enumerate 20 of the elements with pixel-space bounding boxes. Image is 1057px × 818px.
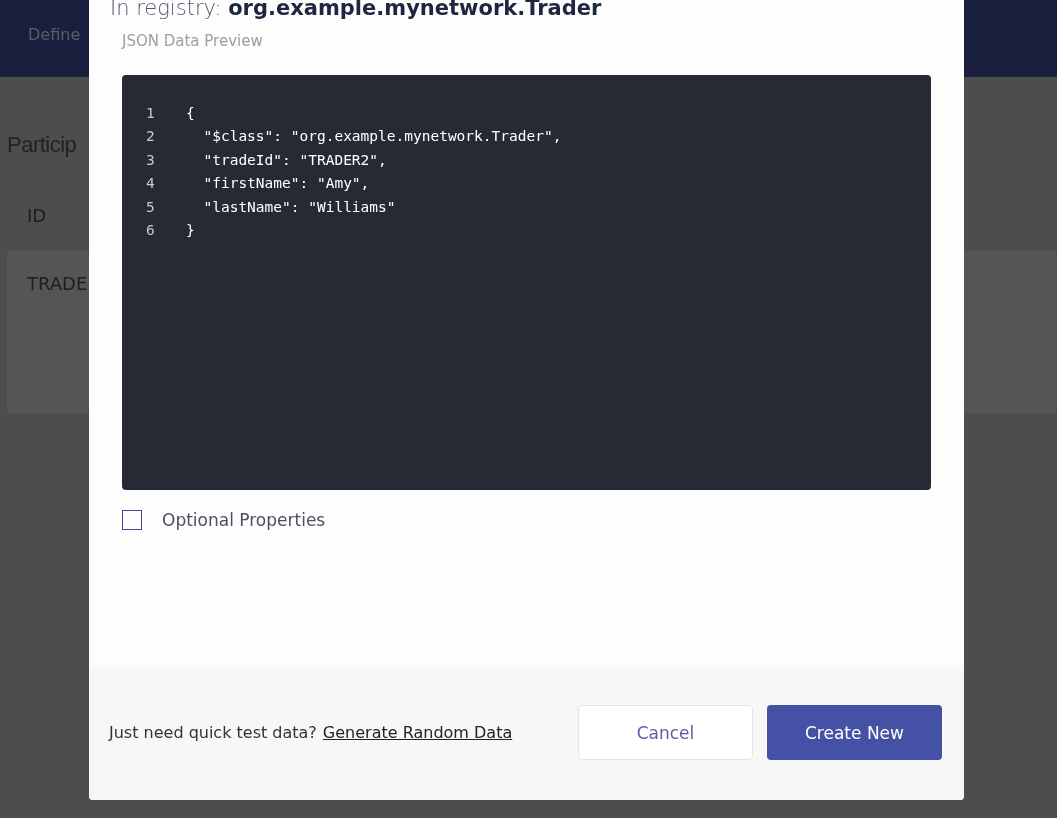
line-number: 5 [145, 198, 156, 215]
code-line: "lastName": "Williams" [202, 198, 396, 215]
code-line: { [186, 104, 195, 121]
checkbox[interactable] [122, 510, 142, 530]
preview-label: JSON Data Preview [122, 32, 264, 50]
line-number: 4 [145, 175, 156, 192]
cancel-button[interactable]: Cancel [578, 705, 753, 760]
checkbox-label: Optional Properties [162, 510, 326, 530]
code-line: "firstName": "Amy", [202, 175, 370, 192]
code-line: "$class": "org.example.mynetwork.Trader", [202, 128, 562, 145]
table-cell: TRADE [27, 273, 88, 294]
code-line: } [186, 222, 195, 239]
line-number: 1 [145, 104, 156, 121]
create-button[interactable]: Create New [767, 705, 942, 760]
line-number: 6 [145, 222, 156, 239]
line-number: 2 [145, 128, 156, 145]
code-line: "tradeId": "TRADER2", [202, 151, 387, 168]
hint-text: Just need quick test data? [109, 723, 317, 742]
line-number: 3 [145, 151, 156, 168]
generate-link[interactable]: Generate Random Data [322, 723, 513, 742]
